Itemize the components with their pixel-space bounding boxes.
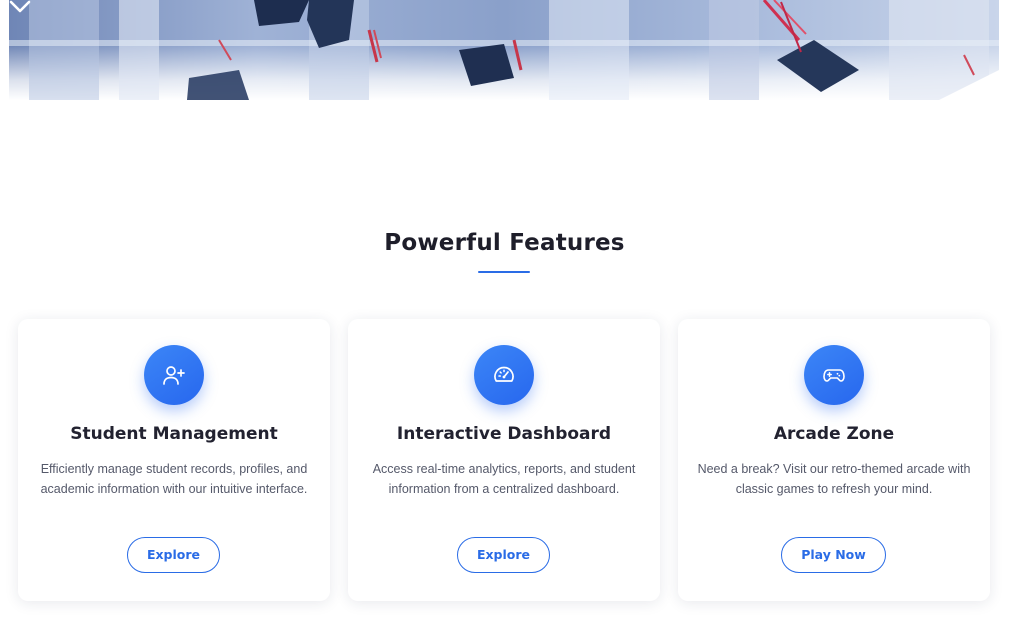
title-underline bbox=[478, 271, 530, 273]
gauge-icon bbox=[494, 366, 514, 382]
card-title: Student Management bbox=[70, 424, 278, 444]
feature-card-interactive-dashboard: Interactive Dashboard Access real-time a… bbox=[348, 319, 660, 601]
card-description: Access real-time analytics, reports, and… bbox=[372, 462, 636, 496]
icon-circle bbox=[804, 345, 864, 405]
hero-image bbox=[9, 0, 999, 100]
icon-circle bbox=[474, 345, 534, 405]
section-title: Powerful Features bbox=[384, 230, 625, 256]
card-description: Need a break? Visit our retro-themed arc… bbox=[697, 462, 971, 496]
feature-card-arcade-zone: Arcade Zone Need a break? Visit our retr… bbox=[678, 319, 990, 601]
icon-circle bbox=[144, 345, 204, 405]
explore-button[interactable]: Explore bbox=[457, 537, 550, 573]
card-title: Interactive Dashboard bbox=[396, 424, 612, 444]
hero-photo-graphic bbox=[9, 0, 999, 100]
page: Powerful Features Student Management Eff… bbox=[0, 0, 1009, 619]
user-plus-icon bbox=[163, 366, 185, 385]
play-now-button[interactable]: Play Now bbox=[781, 537, 886, 573]
gamepad-icon bbox=[823, 369, 845, 382]
chevron-down-icon[interactable] bbox=[9, 0, 31, 14]
card-title: Arcade Zone bbox=[773, 424, 895, 444]
explore-button[interactable]: Explore bbox=[127, 537, 220, 573]
card-description: Efficiently manage student records, prof… bbox=[40, 462, 308, 496]
feature-card-student-management: Student Management Efficiently manage st… bbox=[18, 319, 330, 601]
